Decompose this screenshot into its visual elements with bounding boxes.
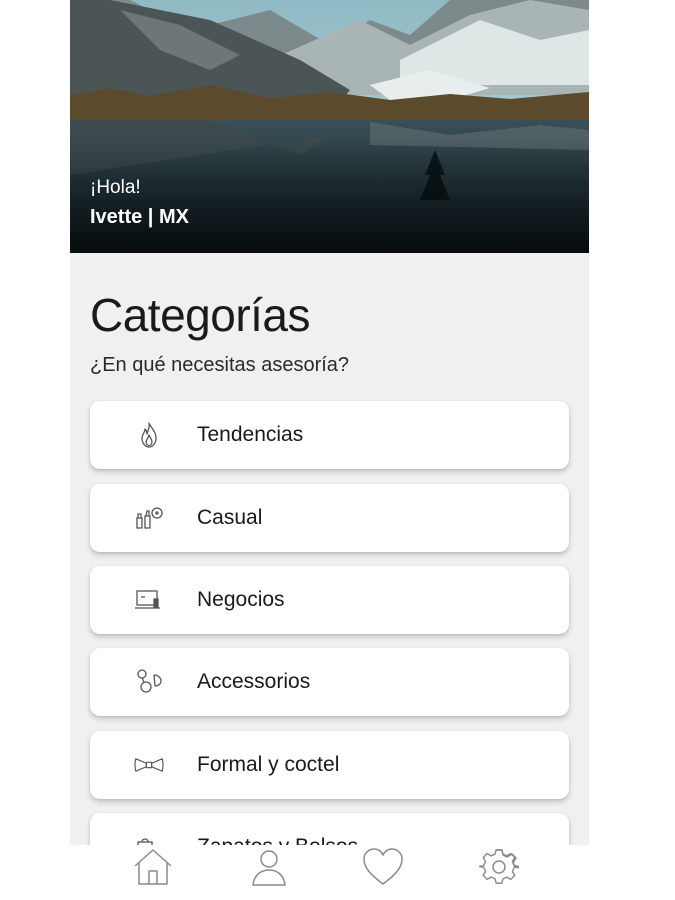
- tab-home[interactable]: [131, 847, 175, 891]
- category-label: Casual: [197, 506, 263, 529]
- category-label: Tendencias: [197, 423, 304, 446]
- user-icon: [249, 847, 289, 892]
- tab-settings[interactable]: [477, 847, 521, 891]
- user-name: Ivette | MX: [90, 206, 189, 228]
- category-card-casual[interactable]: Casual: [90, 484, 569, 552]
- bow-tie-icon: [134, 750, 164, 780]
- category-label: Negocios: [197, 588, 285, 611]
- page-subtitle: ¿En qué necesitas asesoría?: [90, 354, 350, 376]
- tab-favorites[interactable]: [361, 847, 405, 891]
- bottom-tab-bar: [0, 845, 675, 900]
- flame-icon: [134, 420, 164, 450]
- category-label: Accessorios: [197, 670, 311, 693]
- category-card-formal-y-coctel[interactable]: Formal y coctel: [90, 731, 569, 799]
- heart-icon: [361, 847, 405, 892]
- category-card-accessorios[interactable]: Accessorios: [90, 648, 569, 716]
- app-screen: ¡Hola! Ivette | MX Categorías ¿En qué ne…: [70, 0, 589, 900]
- category-label: Formal y coctel: [197, 753, 340, 776]
- gear-icon: [478, 847, 521, 892]
- category-card-tendencias[interactable]: Tendencias: [90, 401, 569, 469]
- laptop-icon: [134, 585, 164, 615]
- category-card-negocios[interactable]: Negocios: [90, 566, 569, 634]
- earrings-icon: [134, 667, 164, 697]
- cosmetics-icon: [134, 503, 164, 533]
- tab-profile[interactable]: [247, 847, 291, 891]
- page-title: Categorías: [90, 289, 311, 341]
- header-banner: ¡Hola! Ivette | MX: [70, 0, 589, 253]
- greeting-text: ¡Hola!: [90, 177, 141, 198]
- home-icon: [132, 847, 174, 892]
